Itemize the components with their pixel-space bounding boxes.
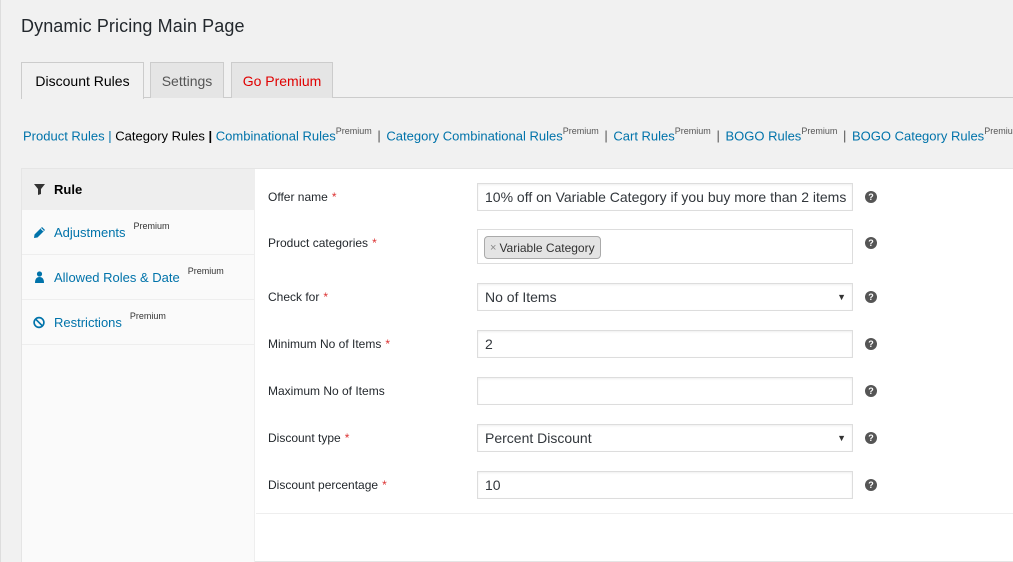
tab-settings[interactable]: Settings	[150, 62, 224, 98]
link-bogo-category-rules[interactable]: BOGO Category Rules	[852, 128, 984, 143]
discount-type-label: Discount type *	[268, 431, 350, 445]
rule-type-links: Product Rules | Category Rules | Combina…	[23, 126, 1013, 144]
user-icon	[33, 271, 45, 283]
help-icon[interactable]: ?	[865, 385, 877, 397]
sidebar-item-restrictions[interactable]: Restrictions Premium	[22, 300, 254, 345]
discount-type-select[interactable]: Percent Discount ▼	[477, 424, 853, 452]
chevron-down-icon: ▼	[837, 292, 846, 302]
sidebar-item-rule[interactable]: Rule	[22, 169, 254, 210]
premium-badge: Premium	[129, 311, 166, 321]
link-category-combinational-rules[interactable]: Category Combinational Rules	[386, 128, 562, 143]
link-separator: |	[716, 128, 720, 144]
link-separator: |	[377, 128, 381, 144]
premium-badge: Premium	[984, 126, 1013, 136]
category-tag: × Variable Category	[484, 236, 601, 259]
link-bogo-rules[interactable]: BOGO Rules	[725, 128, 801, 143]
min-items-input[interactable]: 2	[477, 330, 853, 358]
discount-percentage-input[interactable]: 10	[477, 471, 853, 499]
premium-badge: Premium	[674, 126, 711, 136]
product-categories-select[interactable]: × Variable Category	[477, 229, 853, 264]
tab-go-premium[interactable]: Go Premium	[231, 62, 333, 98]
category-tag-label: Variable Category	[499, 240, 595, 255]
discount-type-value: Percent Discount	[485, 430, 592, 446]
sidebar-item-allowed-roles[interactable]: Allowed Roles & Date Premium	[22, 255, 254, 300]
min-items-label: Minimum No of Items *	[268, 337, 391, 351]
rule-editor-panel: Rule Adjustments Premium Allowed Roles &…	[21, 168, 1013, 562]
check-for-value: No of Items	[485, 289, 557, 305]
max-items-label: Maximum No of Items	[268, 384, 385, 398]
sidebar-item-label: Rule	[54, 181, 83, 197]
page-title: Dynamic Pricing Main Page	[21, 16, 245, 36]
remove-tag-icon[interactable]: ×	[490, 242, 496, 254]
rule-form: Offer name * 10% off on Variable Category…	[256, 169, 1013, 514]
pencil-icon	[33, 226, 45, 238]
filter-icon	[33, 183, 45, 195]
sidebar-item-label: Restrictions	[54, 314, 122, 330]
sidebar-item-label: Adjustments	[54, 224, 126, 240]
link-separator: |	[604, 128, 608, 144]
window-edge	[0, 0, 1, 562]
link-separator: |	[108, 128, 112, 144]
premium-badge: Premium	[133, 221, 170, 231]
link-separator: |	[842, 128, 847, 144]
link-category-rules[interactable]: Category Rules	[115, 128, 205, 143]
help-icon[interactable]: ?	[865, 338, 877, 350]
max-items-input[interactable]	[477, 377, 853, 405]
chevron-down-icon: ▼	[837, 433, 846, 443]
check-for-label: Check for *	[268, 290, 329, 304]
sidebar-item-adjustments[interactable]: Adjustments Premium	[22, 210, 254, 255]
premium-badge: Premium	[187, 266, 224, 276]
premium-badge: Premium	[335, 126, 372, 136]
rule-sidebar: Rule Adjustments Premium Allowed Roles &…	[22, 169, 255, 562]
main-tabs: Discount Rules Settings Go Premium	[21, 62, 1013, 99]
premium-badge: Premium	[801, 126, 838, 136]
help-icon[interactable]: ?	[865, 432, 877, 444]
link-product-rules[interactable]: Product Rules	[23, 128, 105, 143]
help-icon[interactable]: ?	[865, 479, 877, 491]
offer-name-input[interactable]: 10% off on Variable Category if you buy …	[477, 183, 853, 211]
premium-badge: Premium	[562, 126, 599, 136]
link-cart-rules[interactable]: Cart Rules	[613, 128, 674, 143]
help-icon[interactable]: ?	[865, 191, 877, 203]
ban-icon	[33, 316, 45, 328]
help-icon[interactable]: ?	[865, 291, 877, 303]
sidebar-item-label: Allowed Roles & Date	[54, 269, 180, 285]
tab-discount-rules[interactable]: Discount Rules	[21, 62, 144, 99]
help-icon[interactable]: ?	[865, 237, 877, 249]
offer-name-label: Offer name *	[268, 190, 337, 204]
link-combinational-rules[interactable]: Combinational Rules	[216, 128, 336, 143]
product-categories-label: Product categories *	[268, 236, 377, 250]
discount-percentage-label: Discount percentage *	[268, 478, 387, 492]
check-for-select[interactable]: No of Items ▼	[477, 283, 853, 311]
link-separator: |	[208, 128, 213, 144]
